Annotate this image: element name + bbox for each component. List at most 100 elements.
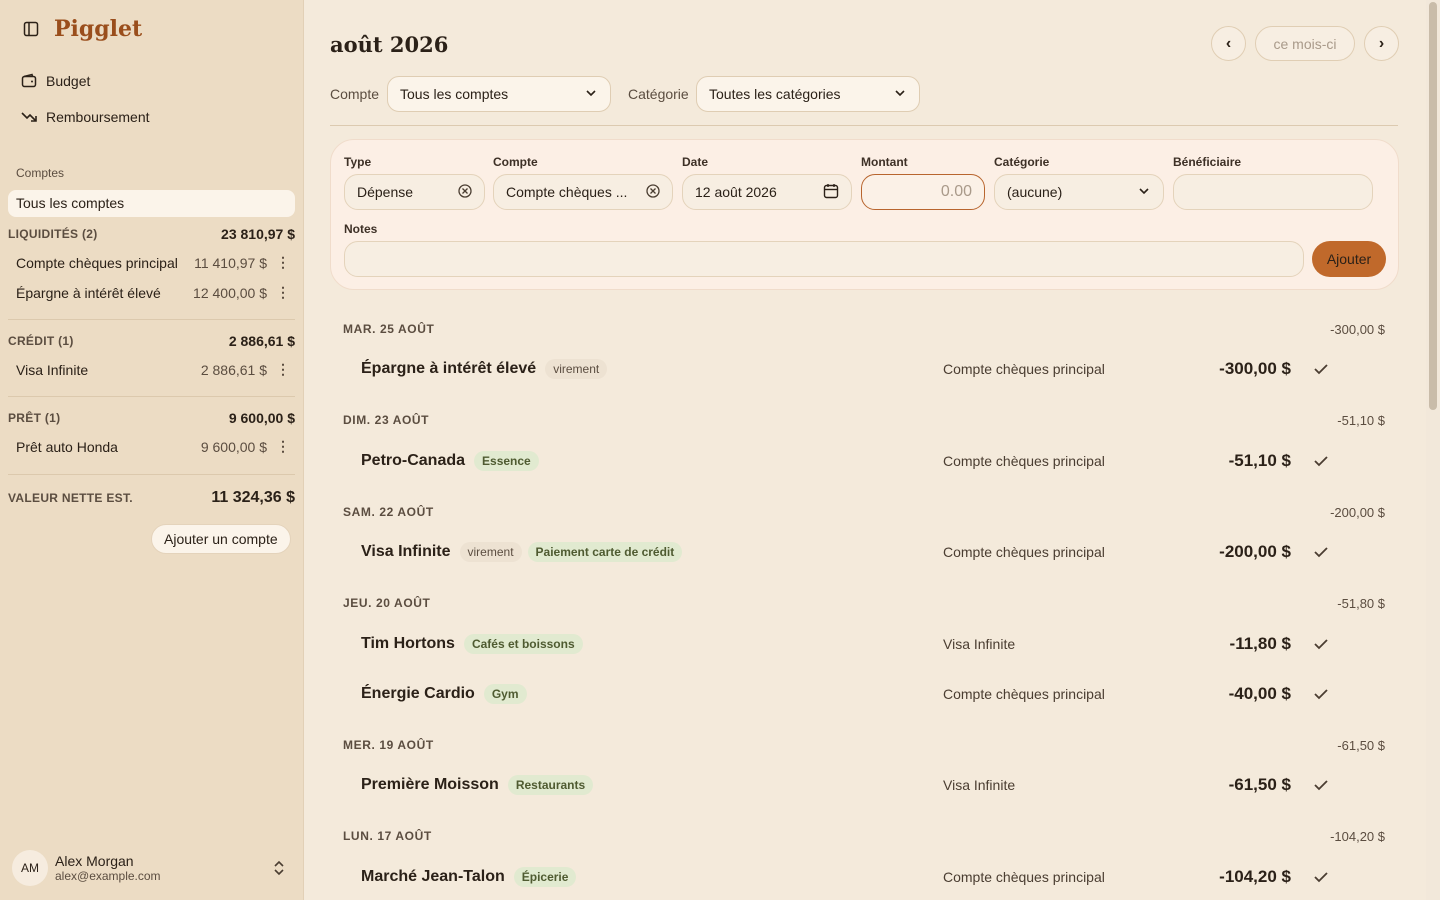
account-select[interactable]: Compte chèques ... (493, 174, 673, 210)
day-header: LUN. 17 AOÛT -104,20 $ (343, 829, 1385, 844)
calendar-icon[interactable] (823, 183, 839, 202)
day-header: MER. 19 AOÛT -61,50 $ (343, 738, 1385, 753)
category-tag: Restaurants (507, 775, 594, 795)
category-filter-value: Toutes les catégories (709, 86, 841, 102)
account-row[interactable]: Prêt auto Honda 9 600,00 $ ⋮ (16, 438, 295, 455)
transaction-payee: Énergie Cardio (361, 685, 475, 702)
check-icon[interactable] (1312, 776, 1330, 794)
check-icon[interactable] (1312, 360, 1330, 378)
add-transaction-button[interactable]: Ajouter (1312, 241, 1386, 277)
sidebar: Pigglet Budget Remboursement Comptes Tou… (0, 0, 304, 900)
category-select[interactable]: (aucune) (994, 174, 1164, 210)
check-icon[interactable] (1312, 685, 1330, 703)
amount-input[interactable]: 0.00 (861, 174, 985, 210)
day-total: -51,80 $ (1337, 596, 1385, 611)
transaction-payee: Marché Jean-Talon (361, 868, 505, 885)
date-value: 12 août 2026 (695, 184, 777, 200)
next-month-button[interactable]: › (1364, 26, 1399, 61)
avatar: AM (12, 850, 48, 886)
category-label: Catégorie (994, 155, 1050, 169)
nav-item-label: Remboursement (46, 109, 150, 125)
day-header: DIM. 23 AOÛT -51,10 $ (343, 413, 1385, 428)
amount-label: Montant (861, 155, 908, 169)
transaction-account: Visa Infinite (943, 777, 1016, 793)
brand: Pigglet (22, 16, 142, 42)
account-row[interactable]: Épargne à intérêt élevé 12 400,00 $ ⋮ (16, 284, 295, 301)
account-name: Épargne à intérêt élevé (16, 284, 161, 301)
day-total: -300,00 $ (1330, 322, 1385, 337)
day-total: -61,50 $ (1337, 738, 1385, 753)
user-email: alex@example.com (55, 869, 161, 883)
accounts-section-label: Comptes (16, 166, 65, 180)
date-label: Date (682, 155, 709, 169)
chevron-down-icon (584, 86, 598, 103)
divider (8, 319, 295, 320)
nav-item-budget[interactable]: Budget (20, 72, 90, 90)
transaction-row[interactable]: Visa Infinite virement Paiement carte de… (361, 537, 1391, 567)
nav-item-remboursement[interactable]: Remboursement (20, 108, 150, 126)
account-amount: 12 400,00 $ (193, 284, 267, 301)
user-menu[interactable]: AM Alex Morgan alex@example.com (12, 850, 292, 886)
account-label: Compte (493, 155, 538, 169)
check-icon[interactable] (1312, 543, 1330, 561)
payee-input[interactable] (1173, 174, 1373, 210)
net-worth-value: 11 324,36 $ (211, 489, 295, 506)
trend-down-icon (20, 108, 38, 126)
transaction-row[interactable]: Tim Hortons Cafés et boissons Visa Infin… (361, 629, 1391, 659)
more-options-icon[interactable]: ⋮ (271, 361, 295, 378)
sidebar-toggle-icon[interactable] (22, 20, 40, 38)
this-month-button[interactable]: ce mois-ci (1255, 26, 1355, 61)
user-info: Alex Morgan alex@example.com (55, 853, 161, 883)
group-header-pret: PRÊT (1) 9 600,00 $ (8, 410, 295, 426)
transaction-amount: -51,10 $ (1228, 451, 1291, 470)
transaction-row[interactable]: Petro-Canada Essence Compte chèques prin… (361, 446, 1391, 476)
all-accounts-item[interactable]: Tous les comptes (8, 190, 295, 217)
check-icon[interactable] (1312, 868, 1330, 886)
account-value: Compte chèques ... (506, 184, 628, 200)
scrollbar[interactable] (1426, 0, 1440, 900)
more-options-icon[interactable]: ⋮ (271, 438, 295, 455)
type-select[interactable]: Dépense (344, 174, 485, 210)
transaction-payee: Épargne à intérêt élevé (361, 360, 537, 377)
account-amount: 9 600,00 $ (200, 438, 267, 455)
transaction-row[interactable]: Marché Jean-Talon Épicerie Compte chèque… (361, 862, 1391, 892)
add-account-button[interactable]: Ajouter un compte (151, 524, 291, 554)
group-label: PRÊT (1) (8, 411, 61, 425)
transaction-payee: Tim Hortons (361, 635, 455, 652)
transaction-amount: -40,00 $ (1228, 684, 1291, 703)
date-field[interactable]: 12 août 2026 (682, 174, 852, 210)
notes-input[interactable] (344, 241, 1304, 277)
more-options-icon[interactable]: ⋮ (271, 254, 295, 271)
category-filter-label: Catégorie (628, 86, 689, 102)
day-label: JEU. 20 AOÛT (343, 596, 431, 610)
prev-month-button[interactable]: ‹ (1211, 26, 1246, 61)
check-icon[interactable] (1312, 635, 1330, 653)
group-header-liquidites: LIQUIDITÉS (2) 23 810,97 $ (8, 226, 295, 242)
chevron-up-down-icon[interactable] (270, 859, 288, 877)
account-row[interactable]: Compte chèques principal 11 410,97 $ ⋮ (16, 254, 295, 271)
scrollbar-thumb[interactable] (1429, 2, 1437, 410)
day-header: SAM. 22 AOÛT -200,00 $ (343, 505, 1385, 520)
type-value: Dépense (357, 184, 414, 200)
transaction-row[interactable]: Énergie Cardio Gym Compte chèques princi… (361, 679, 1391, 709)
divider (8, 474, 295, 475)
group-total: 9 600,00 $ (228, 410, 295, 426)
day-header: MAR. 25 AOÛT -300,00 $ (343, 322, 1385, 337)
nav-item-label: Budget (46, 73, 91, 89)
account-row[interactable]: Visa Infinite 2 886,61 $ ⋮ (16, 361, 295, 378)
transaction-payee: Première Moisson (361, 776, 499, 793)
transaction-amount: -61,50 $ (1228, 775, 1291, 794)
type-label: Type (344, 155, 372, 169)
more-options-icon[interactable]: ⋮ (271, 284, 295, 301)
check-icon[interactable] (1312, 452, 1330, 470)
clear-icon[interactable] (458, 183, 472, 201)
transaction-row[interactable]: Première Moisson Restaurants Visa Infini… (361, 770, 1391, 800)
category-filter-select[interactable]: Toutes les catégories (696, 76, 920, 112)
account-filter-label: Compte (330, 86, 380, 102)
clear-icon[interactable] (646, 183, 660, 201)
transaction-account: Visa Infinite (943, 636, 1016, 652)
account-filter-select[interactable]: Tous les comptes (387, 76, 611, 112)
group-header-credit: CRÉDIT (1) 2 886,61 $ (8, 333, 295, 349)
transaction-row[interactable]: Épargne à intérêt élevé virement Compte … (361, 354, 1391, 384)
day-total: -104,20 $ (1330, 829, 1385, 844)
